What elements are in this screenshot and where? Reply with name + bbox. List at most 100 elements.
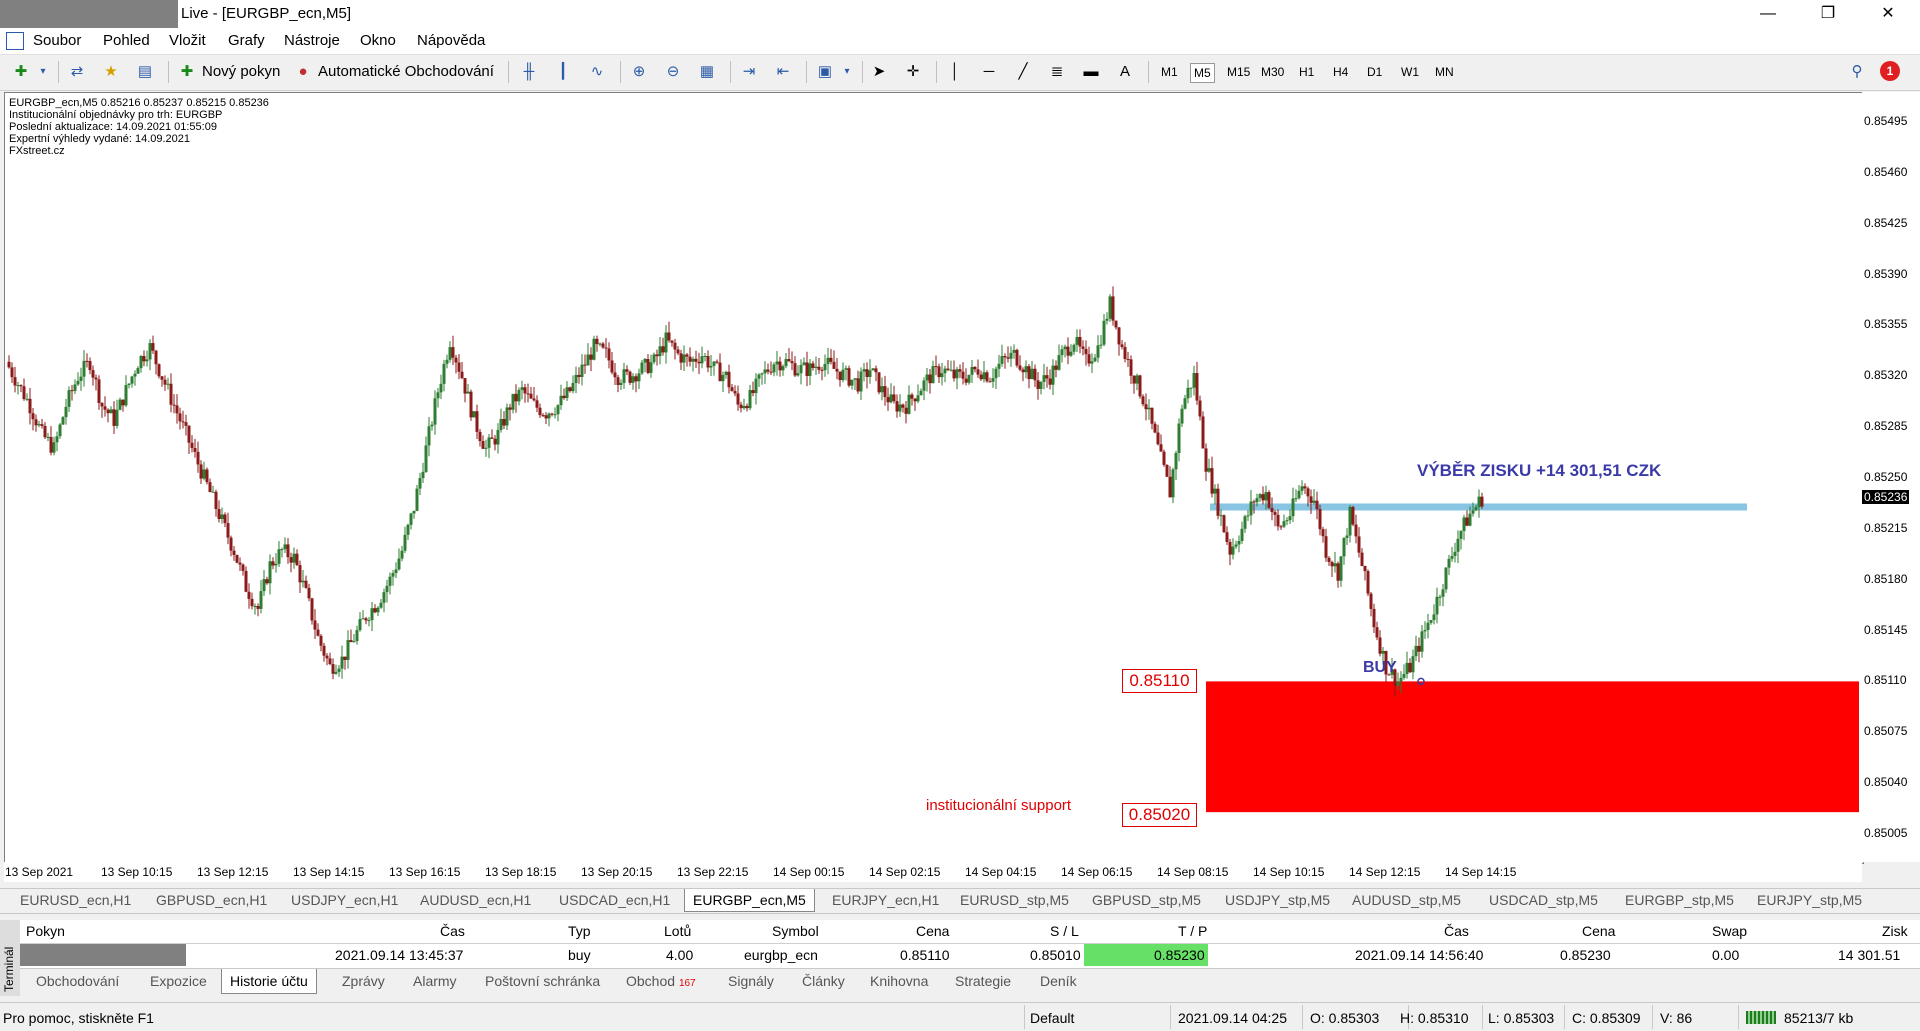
tab-signaly[interactable]: Signály	[728, 973, 774, 989]
status-profile: Default	[1030, 1010, 1075, 1026]
autoscroll-icon[interactable]: ⇤	[772, 61, 794, 83]
menu-vlozit[interactable]: Vložit	[169, 32, 206, 49]
dropdown-icon[interactable]: ▾	[32, 61, 54, 83]
chart-shift-icon[interactable]: ⇥	[738, 61, 760, 83]
col-tp[interactable]: T / P	[1178, 923, 1207, 939]
tab-eurgbp-ecn-m5[interactable]: EURGBP_ecn,M5	[684, 889, 815, 912]
tab-historie-uctu[interactable]: Historie účtu	[221, 969, 317, 994]
tf-h4[interactable]: H4	[1330, 63, 1351, 81]
tab-knihovna[interactable]: Knihovna	[870, 973, 928, 989]
candle-body	[1270, 507, 1274, 513]
candlestick-icon[interactable]: ┃	[552, 61, 574, 83]
zoom-in-icon[interactable]: ⊕	[628, 61, 650, 83]
tab-audusd-stp-m5[interactable]: AUDUSD_stp,M5	[1352, 892, 1461, 908]
tab-eurjpy-ecn-h1[interactable]: EURJPY_ecn,H1	[832, 892, 939, 908]
menu-okno[interactable]: Okno	[360, 32, 396, 49]
tab-audusd-ecn-h1[interactable]: AUDUSD_ecn,H1	[420, 892, 531, 908]
tf-mn[interactable]: MN	[1432, 63, 1457, 81]
rectangle-icon[interactable]: ▬	[1080, 61, 1102, 83]
zoom-out-icon[interactable]: ⊖	[662, 61, 684, 83]
tab-usdjpy-stp-m5[interactable]: USDJPY_stp,M5	[1225, 892, 1330, 908]
horizontal-line-icon[interactable]: ─	[978, 61, 1000, 83]
tab-eurgbp-stp-m5[interactable]: EURGBP_stp,M5	[1625, 892, 1734, 908]
col-pokyn[interactable]: Pokyn	[26, 923, 65, 939]
auto-trading-button[interactable]: Automatické Obchodování	[318, 63, 494, 80]
vertical-line-icon[interactable]: │	[944, 61, 966, 83]
indicators-icon[interactable]: ▣	[814, 61, 836, 83]
menu-napoveda[interactable]: Nápověda	[417, 32, 485, 49]
col-symbol[interactable]: Symbol	[772, 923, 819, 939]
terminal-side-tab[interactable]: Terminál	[0, 920, 20, 996]
doc-icon[interactable]	[6, 32, 24, 50]
tab-clanky[interactable]: Články	[802, 973, 845, 989]
tab-usdcad-ecn-h1[interactable]: USDCAD_ecn,H1	[559, 892, 670, 908]
line-chart-icon[interactable]: ∿	[586, 61, 608, 83]
cursor-icon[interactable]: ➤	[868, 61, 890, 83]
menu-soubor[interactable]: Soubor	[33, 32, 81, 49]
col-cena[interactable]: Cena	[916, 923, 949, 939]
menu-pohled[interactable]: Pohled	[103, 32, 150, 49]
tab-expozice[interactable]: Expozice	[150, 973, 207, 989]
bar-chart-icon[interactable]: ╫	[518, 61, 540, 83]
tab-denik[interactable]: Deník	[1040, 973, 1077, 989]
candle-body	[10, 367, 14, 378]
menu-nastroje[interactable]: Nástroje	[284, 32, 340, 49]
tf-m15[interactable]: M15	[1224, 63, 1253, 81]
indicators-dropdown-icon[interactable]: ▾	[836, 61, 858, 83]
new-chart-icon[interactable]: ✚	[10, 61, 32, 83]
search-icon[interactable]: ⚲	[1846, 61, 1868, 83]
crosshair-icon[interactable]: ✛	[902, 61, 924, 83]
candle-body	[796, 373, 800, 376]
fibonacci-icon[interactable]: ≣	[1046, 61, 1068, 83]
market-watch-icon[interactable]: ⇄	[66, 61, 88, 83]
tf-m5[interactable]: M5	[1190, 63, 1215, 83]
navigator-icon[interactable]: ▤	[134, 61, 156, 83]
col-zisk[interactable]: Zisk	[1882, 923, 1908, 939]
menu-grafy[interactable]: Grafy	[228, 32, 265, 49]
col-lotu[interactable]: Lotů	[664, 923, 691, 939]
tf-h1[interactable]: H1	[1296, 63, 1317, 81]
tab-gbpusd-stp-m5[interactable]: GBPUSD_stp,M5	[1092, 892, 1201, 908]
time-tick-label: 13 Sep 12:15	[197, 865, 269, 879]
tab-eurusd-stp-m5[interactable]: EURUSD_stp,M5	[960, 892, 1069, 908]
close-button[interactable]: ✕	[1860, 0, 1916, 28]
tf-w1[interactable]: W1	[1398, 63, 1422, 81]
tab-usdjpy-ecn-h1[interactable]: USDJPY_ecn,H1	[291, 892, 398, 908]
tab-gbpusd-ecn-h1[interactable]: GBPUSD_ecn,H1	[156, 892, 267, 908]
candle-body	[841, 369, 845, 381]
new-order-button[interactable]: Nový pokyn	[202, 63, 280, 80]
tf-m1[interactable]: M1	[1158, 63, 1181, 81]
tab-usdcad-stp-m5[interactable]: USDCAD_stp,M5	[1489, 892, 1598, 908]
col-cas[interactable]: Čas	[440, 923, 465, 939]
tf-m30[interactable]: M30	[1258, 63, 1287, 81]
text-icon[interactable]: A	[1114, 61, 1136, 83]
auto-trading-icon[interactable]: ●	[292, 61, 314, 83]
tab-strategie[interactable]: Strategie	[955, 973, 1011, 989]
tile-windows-icon[interactable]: ▦	[696, 61, 718, 83]
tab-obchodovani[interactable]: Obchodování	[36, 973, 119, 989]
tab-zpravy[interactable]: Zprávy	[342, 973, 385, 989]
tab-eurjpy-stp-m5[interactable]: EURJPY_stp,M5	[1757, 892, 1862, 908]
chart-area[interactable]: EURGBP_ecn,M5 0.85216 0.85237 0.85215 0.…	[4, 92, 1864, 864]
candle-body	[1321, 529, 1325, 537]
tab-obchod[interactable]: Obchod 167	[626, 973, 696, 989]
col-swap[interactable]: Swap	[1712, 923, 1747, 939]
candle-body	[706, 356, 710, 368]
trendline-icon[interactable]: ╱	[1012, 61, 1034, 83]
tf-d1[interactable]: D1	[1364, 63, 1385, 81]
candle-body	[826, 357, 830, 364]
col-sl[interactable]: S / L	[1050, 923, 1079, 939]
col-cas-close[interactable]: Čas	[1444, 923, 1469, 939]
maximize-button[interactable]: ❐	[1800, 0, 1856, 28]
col-typ[interactable]: Typ	[568, 923, 591, 939]
notifications-badge[interactable]: 1	[1880, 61, 1900, 81]
tab-alarmy[interactable]: Alarmy	[413, 973, 457, 989]
favorites-icon[interactable]: ★	[100, 61, 122, 83]
candle-body	[610, 360, 614, 373]
col-cena-close[interactable]: Cena	[1582, 923, 1615, 939]
tab-eurusd-ecn-h1[interactable]: EURUSD_ecn,H1	[20, 892, 131, 908]
tab-postovni-schranka[interactable]: Poštovní schránka	[485, 973, 600, 989]
minimize-button[interactable]: —	[1740, 0, 1796, 28]
new-order-icon[interactable]: ✚	[176, 61, 198, 83]
candle-body	[1144, 404, 1148, 410]
